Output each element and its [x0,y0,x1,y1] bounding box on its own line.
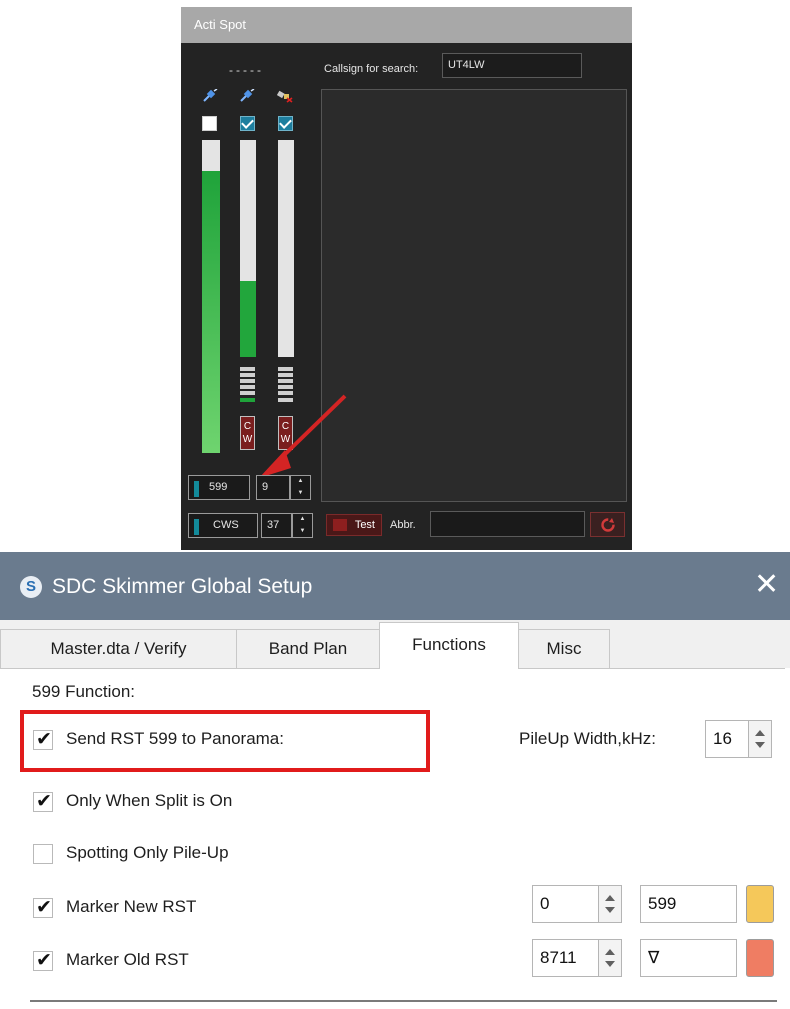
marker-old-rst-label: Marker Old RST [66,950,189,969]
refresh-icon [601,518,615,532]
rst-spin-value: 9 [262,481,269,493]
cws-spin-value: 37 [267,519,280,531]
callsign-search-input[interactable]: UT4LW [442,53,582,78]
spin-up-icon[interactable] [755,730,765,736]
marker-new-spinner[interactable] [598,885,622,923]
test-button[interactable]: Test [326,514,382,536]
rst-spin-input[interactable]: 9 [256,475,290,500]
pileup-width-spinner[interactable] [748,720,772,758]
marker-new-rst-checkbox[interactable]: ✔ [33,897,53,918]
window-title: SDC Skimmer Global Setup [52,575,313,598]
marker-old-spinner[interactable] [598,939,622,977]
cws-indicator-icon [194,519,199,535]
abbr-input[interactable] [430,511,585,537]
spin-down-icon[interactable]: ▼ [293,526,312,538]
tab-band-plan[interactable]: Band Plan [236,629,380,668]
plug-connected-icon [203,89,218,102]
cws-spin-buttons[interactable]: ▲ ▼ [292,513,313,538]
tab-functions[interactable]: Functions [379,622,519,669]
spin-up-icon[interactable] [605,949,615,955]
spot-list-panel[interactable] [321,89,627,502]
setup-titlebar: S SDC Skimmer Global Setup ✕ [0,552,790,620]
global-setup-window: S SDC Skimmer Global Setup ✕ Master.dta … [0,552,790,1009]
plug-disconnected-icon [277,90,293,103]
annotation-arrow-icon [259,394,347,478]
abbr-label: Abbr. [390,519,416,531]
cws-spin-input[interactable]: 37 [261,513,292,538]
spin-up-icon[interactable]: ▲ [293,514,312,526]
callsign-search-label: Callsign for search: [324,63,419,75]
tab-master-dta-verify[interactable]: Master.dta / Verify [0,629,237,668]
spotting-only-pileup-checkbox[interactable] [33,844,53,864]
pileup-width-label: PileUp Width,kHz: [519,729,656,748]
acti-spot-titlebar: Acti Spot [181,7,632,43]
pileup-width-input[interactable]: 16 [705,720,749,758]
spin-down-icon[interactable] [605,961,615,967]
spin-down-icon[interactable] [755,742,765,748]
cws-toggle[interactable]: CWS [188,513,258,538]
highlight-frame [20,710,430,772]
spin-down-icon[interactable] [605,907,615,913]
close-icon[interactable]: ✕ [754,568,779,602]
spin-up-icon[interactable]: ▲ [291,476,310,488]
cws-label: CWS [213,519,239,531]
tab-misc[interactable]: Misc [518,629,610,668]
spotting-only-pileup-label: Spotting Only Pile-Up [66,843,229,862]
only-when-split-checkbox[interactable]: ✔ [33,791,53,812]
receiver-1-level-meter [202,140,220,453]
rst-value: 599 [209,481,228,493]
marker-new-rst-label: Marker New RST [66,897,197,916]
receiver-2-level-meter [240,140,256,357]
marker-old-text-input[interactable]: ∇ [640,939,737,977]
marker-new-color-swatch[interactable] [746,885,774,923]
spin-up-icon[interactable] [605,895,615,901]
receiver-3-checkbox[interactable] [278,116,293,131]
app-logo-icon: S [20,576,42,598]
refresh-button[interactable] [590,512,625,537]
marker-old-color-swatch[interactable] [746,939,774,977]
section-label-599-function: 599 Function: [32,682,136,701]
spin-down-icon[interactable]: ▼ [291,488,310,500]
marker-new-text-input[interactable]: 599 [640,885,737,923]
marker-old-rst-checkbox[interactable]: ✔ [33,950,53,971]
rst-599-toggle[interactable]: 599 [188,475,250,500]
receiver-3-level-meter [278,140,294,357]
rst-spin-buttons[interactable]: ▲ ▼ [290,475,311,500]
receiver-1-checkbox[interactable] [202,116,217,131]
plug-connected-icon [240,89,255,102]
rst-indicator-icon [194,481,199,497]
marker-old-number-input[interactable]: 8711 [532,939,599,977]
marker-new-number-input[interactable]: 0 [532,885,599,923]
frequency-placeholder: ----- [229,63,264,77]
acti-spot-window: Acti Spot ----- Callsign for search: UT4… [181,7,632,550]
receiver-2-checkbox[interactable] [240,116,255,131]
section-divider [30,1000,777,1002]
only-when-split-label: Only When Split is On [66,791,233,810]
